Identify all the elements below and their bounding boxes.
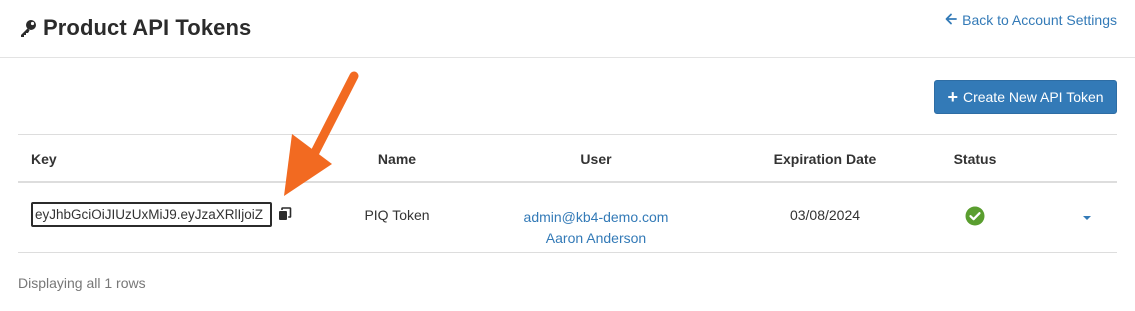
column-header-status[interactable]: Status: [935, 151, 1015, 167]
key-icon: [18, 18, 38, 38]
copy-icon[interactable]: [278, 207, 292, 221]
plus-icon: +: [947, 87, 958, 107]
create-button-label: Create New API Token: [962, 89, 1104, 105]
token-name: PIQ Token: [364, 207, 430, 223]
column-header-user[interactable]: User: [556, 151, 636, 167]
user-email-link[interactable]: admin@kb4-demo.com: [496, 207, 696, 228]
caret-down-icon[interactable]: [1081, 209, 1093, 220]
table-row: PIQ Token admin@kb4-demo.com Aaron Ander…: [18, 183, 1117, 253]
page-header: Product API Tokens Back to Account Setti…: [0, 0, 1135, 58]
table-header: Key Name User Expiration Date Status: [18, 135, 1117, 183]
api-token-key-field[interactable]: [31, 202, 272, 227]
arrow-left-icon: [945, 12, 958, 28]
row-count-text: Displaying all 1 rows: [18, 275, 146, 291]
user-name-link[interactable]: Aaron Anderson: [496, 228, 696, 249]
column-header-expiration-date[interactable]: Expiration Date: [755, 151, 895, 167]
column-header-name[interactable]: Name: [357, 151, 437, 167]
expiration-date: 03/08/2024: [789, 207, 861, 223]
title-wrap: Product API Tokens: [18, 15, 251, 41]
create-new-api-token-button[interactable]: + Create New API Token: [934, 80, 1117, 114]
column-header-key[interactable]: Key: [31, 151, 57, 167]
back-link-label: Back to Account Settings: [962, 12, 1117, 28]
back-to-account-settings-link[interactable]: Back to Account Settings: [945, 12, 1117, 28]
token-user: admin@kb4-demo.com Aaron Anderson: [496, 207, 696, 249]
check-circle-icon: [965, 206, 985, 226]
page-title: Product API Tokens: [43, 15, 252, 40]
page: Product API Tokens Back to Account Setti…: [0, 0, 1135, 311]
api-tokens-table: Key Name User Expiration Date Status PIQ…: [18, 134, 1117, 253]
